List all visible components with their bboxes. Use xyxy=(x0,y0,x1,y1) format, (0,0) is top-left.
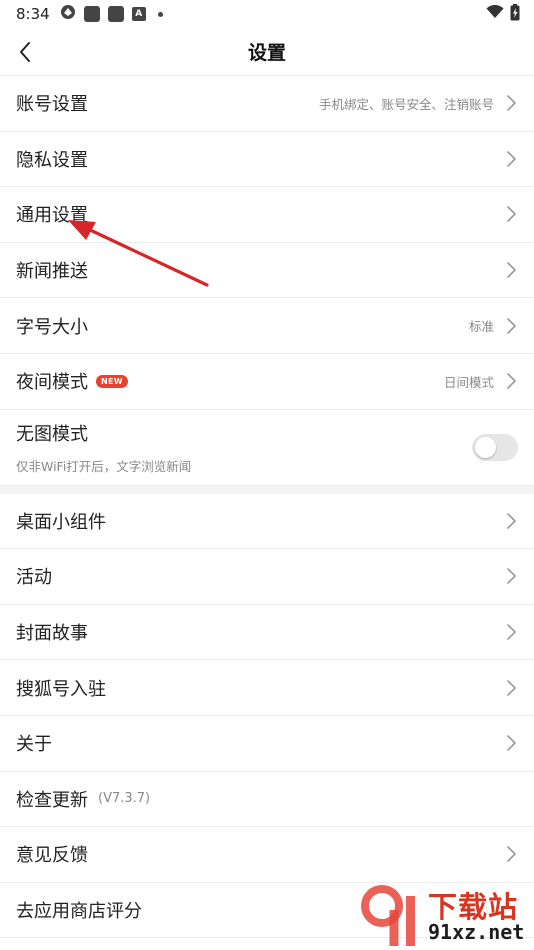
row-label: 字号大小 xyxy=(16,316,88,338)
account-settings-row[interactable]: 账号设置 手机绑定、账号安全、注销账号 xyxy=(0,76,534,132)
row-label: 搜狐号入驻 xyxy=(16,678,106,700)
chevron-right-icon xyxy=(504,623,518,641)
font-size-row[interactable]: 字号大小 标准 xyxy=(0,298,534,354)
chevron-right-icon xyxy=(504,734,518,752)
chevron-right-icon xyxy=(504,94,518,112)
sohu-account-row[interactable]: 搜狐号入驻 xyxy=(0,660,534,716)
section-divider xyxy=(0,485,534,494)
row-label: 无图模式 xyxy=(16,423,88,445)
chevron-right-icon xyxy=(504,261,518,279)
chevron-right-icon xyxy=(504,150,518,168)
wifi-icon xyxy=(486,4,504,23)
chevron-left-icon[interactable] xyxy=(14,40,38,64)
row-hint: 手机绑定、账号安全、注销账号 xyxy=(318,96,494,112)
check-update-row[interactable]: 检查更新 (V7.3.7) xyxy=(0,772,534,828)
dot-icon xyxy=(157,11,163,17)
about-row[interactable]: 关于 xyxy=(0,716,534,772)
no-image-mode-toggle[interactable] xyxy=(472,433,518,461)
version-label: (V7.3.7) xyxy=(98,791,151,807)
a-letter-icon: A xyxy=(131,7,146,21)
navigation-icon xyxy=(60,4,76,24)
row-label: 关于 xyxy=(16,734,52,756)
battery-charging-icon xyxy=(510,3,520,25)
row-label: 去应用商店评分 xyxy=(16,901,142,923)
privacy-settings-row[interactable]: 隐私设置 xyxy=(0,132,534,188)
settings-list: 账号设置 手机绑定、账号安全、注销账号 隐私设置 通用设置 新闻推送 字号大小 … xyxy=(0,76,534,939)
feedback-row[interactable]: 意见反馈 xyxy=(0,827,534,883)
chevron-right-icon xyxy=(504,372,518,390)
row-label: 封面故事 xyxy=(16,623,88,645)
row-label: 账号设置 xyxy=(16,94,88,116)
page-title: 设置 xyxy=(247,42,286,64)
chevron-right-icon xyxy=(504,317,518,335)
row-subtitle: 仅非WiFi打开后，文字浏览新闻 xyxy=(16,458,192,474)
settings-screen: 8:34 A 设置 账号设置 手机绑定、账号安全、注销账号 隐私设置 通用设置 … xyxy=(0,0,534,950)
row-label: 意见反馈 xyxy=(16,845,88,867)
general-settings-row[interactable]: 通用设置 xyxy=(0,187,534,243)
chevron-right-icon xyxy=(504,205,518,223)
91-logo-icon xyxy=(361,885,415,946)
row-label: 桌面小组件 xyxy=(16,511,106,533)
chevron-right-icon xyxy=(504,512,518,530)
chevron-right-icon xyxy=(504,845,518,863)
row-label: 活动 xyxy=(16,567,52,589)
row-label: 夜间模式 xyxy=(16,372,88,394)
row-label: 隐私设置 xyxy=(16,149,88,171)
status-bar: 8:34 A xyxy=(0,0,534,28)
activities-row[interactable]: 活动 xyxy=(0,549,534,605)
status-time: 8:34 xyxy=(16,5,50,23)
night-mode-row[interactable]: 夜间模式 NEW 日间模式 xyxy=(0,354,534,410)
toggle-knob xyxy=(475,436,496,458)
chevron-right-icon xyxy=(504,679,518,697)
row-hint: 标准 xyxy=(468,319,494,335)
app-square-icon xyxy=(107,6,124,22)
app-square-icon xyxy=(83,6,100,22)
desktop-widget-row[interactable]: 桌面小组件 xyxy=(0,494,534,550)
row-hint: 日间模式 xyxy=(443,374,494,390)
news-push-row[interactable]: 新闻推送 xyxy=(0,243,534,299)
cover-story-row[interactable]: 封面故事 xyxy=(0,605,534,661)
chevron-right-icon xyxy=(504,567,518,585)
watermark: 下载站 91xz.net xyxy=(358,882,528,948)
watermark-line2: 91xz.net xyxy=(428,920,525,944)
new-badge: NEW xyxy=(96,374,128,388)
row-label: 检查更新 xyxy=(16,789,88,811)
row-label: 通用设置 xyxy=(16,205,88,227)
nav-bar: 设置 xyxy=(0,28,534,76)
row-label: 新闻推送 xyxy=(16,261,88,283)
status-right-icons xyxy=(486,3,520,25)
no-image-mode-row: 无图模式 仅非WiFi打开后，文字浏览新闻 xyxy=(0,410,534,486)
